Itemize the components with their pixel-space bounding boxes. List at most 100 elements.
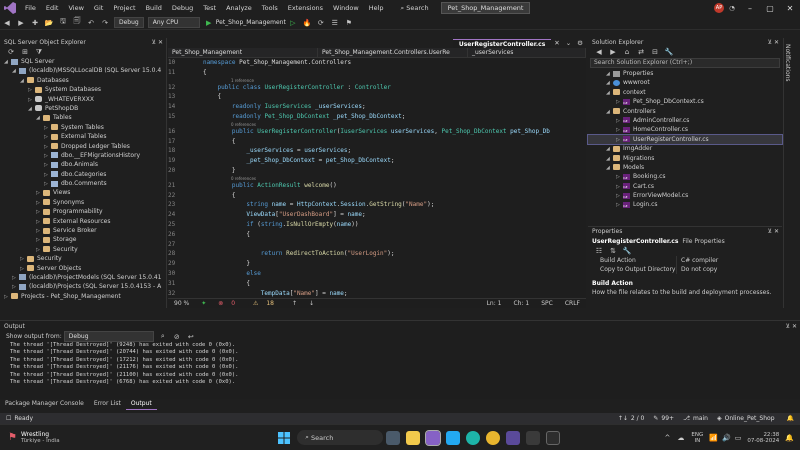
solution-node[interactable]: ◢ ImgAdder <box>588 144 782 153</box>
pending-changes[interactable]: 99+ <box>661 413 680 424</box>
menu-item-project[interactable]: Project <box>108 0 140 16</box>
tree-node[interactable]: ▷ Security <box>0 245 166 254</box>
platform-select[interactable]: Any CPU <box>147 17 200 28</box>
tree-node[interactable]: ▷ System Tables <box>0 123 166 132</box>
code-line[interactable]: 22 { <box>168 191 586 201</box>
database-tool-icon[interactable] <box>526 430 541 445</box>
code-line[interactable]: 20 } <box>168 166 586 176</box>
tree-node[interactable]: ◢ (localdb)\MSSQLLocalDB (SQL Server 15.0… <box>0 66 166 75</box>
tree-node[interactable]: ▷ _WHATEVERXXX <box>0 95 166 104</box>
chrome-icon[interactable] <box>486 430 501 445</box>
tree-node[interactable]: ▷ Synonyms <box>0 198 166 207</box>
tab-error-list[interactable]: Error List <box>89 399 126 409</box>
code-line[interactable]: 15 readonly Pet_Shop_DbContext _pet_Shop… <box>168 112 586 122</box>
nav-up-icon[interactable]: ↑ <box>286 299 303 309</box>
tree-node[interactable]: ◢ PetShopDB <box>0 104 166 113</box>
code-line[interactable]: 12 public class UserRegisterController :… <box>168 83 586 93</box>
minimize-icon[interactable]: – <box>740 4 760 13</box>
clock[interactable]: 22:38 07-08-2024 <box>743 432 783 444</box>
tree-node[interactable]: ◢ Databases <box>0 76 166 85</box>
account-icon[interactable]: ◔ <box>724 4 740 12</box>
tree-node[interactable]: ▷ External Resources <box>0 217 166 226</box>
tree-node[interactable]: ▷ External Tables <box>0 132 166 141</box>
solution-node[interactable]: ▷ C# Login.cs <box>588 200 782 209</box>
code-line[interactable]: 28 return RedirectToAction("UserLogin"); <box>168 249 586 259</box>
language-indicator[interactable]: ENG IN <box>687 432 707 444</box>
repo-name[interactable]: Online_Pet_Shop <box>725 413 781 424</box>
word-wrap-icon[interactable]: ↩ <box>185 331 197 343</box>
git-changes-count[interactable]: 2 / 0 <box>631 413 650 424</box>
visual-studio-taskbar-icon[interactable] <box>425 429 442 446</box>
edge-icon[interactable] <box>466 430 481 445</box>
solution-node[interactable]: ◢ Controllers <box>588 107 782 116</box>
visual-studio-logo-icon[interactable] <box>4 2 16 14</box>
tree-node[interactable]: ▷ Dropped Ledger Tables <box>0 142 166 151</box>
solution-node[interactable]: ◢ context <box>588 88 782 97</box>
solution-node[interactable]: ▷ C# Cart.cs <box>588 182 782 191</box>
menu-item-tools[interactable]: Tools <box>257 0 283 16</box>
code-area[interactable]: 10 namespace Pet_Shop_Management.Controll… <box>168 58 586 298</box>
tree-node[interactable]: ▷ dbo.Categories <box>0 170 166 179</box>
tree-node[interactable]: ▷ Views <box>0 188 166 197</box>
code-line[interactable]: 32 TempData["Name"] = name; <box>168 289 586 298</box>
tree-node[interactable]: ▷ Storage <box>0 235 166 244</box>
output-text[interactable]: The thread '[Thread Destroyed]' (9248) h… <box>0 342 800 386</box>
tree-node[interactable]: ▷ dbo.Animals <box>0 160 166 169</box>
code-line[interactable]: 30 else <box>168 269 586 279</box>
error-icon[interactable]: ⊗ 0 <box>212 299 247 309</box>
tree-node[interactable]: ▷ Service Broker <box>0 226 166 235</box>
properties-icon[interactable]: 🔧 <box>663 46 675 58</box>
branch-name[interactable]: main <box>693 413 714 424</box>
start-without-debug-icon[interactable]: ▷ <box>287 17 299 29</box>
tree-node[interactable]: ▷ Programmability <box>0 207 166 216</box>
tree-node[interactable]: ◢ SQL Server <box>0 57 166 66</box>
save-icon[interactable]: 🖫 <box>57 17 69 29</box>
type-dropdown[interactable]: Pet_Shop_Management.Controllers.UserRe <box>318 47 468 58</box>
expand-arrow-icon[interactable]: ▷ <box>616 201 623 210</box>
comment-icon[interactable]: ☰ <box>329 17 341 29</box>
solution-node[interactable]: ◢ wwwroot <box>588 78 782 87</box>
tree-node[interactable]: ▷ dbo.Comments <box>0 179 166 188</box>
tree-node[interactable]: ◢ Tables <box>0 113 166 122</box>
sync-icon[interactable]: ⇄ <box>635 46 647 58</box>
tab-overflow-icon[interactable]: ⌄ <box>563 39 574 47</box>
menu-item-extensions[interactable]: Extensions <box>283 0 328 16</box>
pin-icon[interactable]: ⊻ ✕ <box>768 227 782 236</box>
line-ending-indicator[interactable]: CRLF <box>559 299 586 309</box>
code-line[interactable]: 14 readonly IuserServices _userServices; <box>168 102 586 112</box>
menu-item-analyze[interactable]: Analyze <box>221 0 257 16</box>
global-search[interactable]: ⌕ Search <box>395 4 435 13</box>
configuration-select[interactable]: Debug <box>114 17 144 28</box>
menu-item-window[interactable]: Window <box>328 0 364 16</box>
settings-icon[interactable]: ⚙ <box>574 39 586 47</box>
undo-icon[interactable]: ↶ <box>85 17 97 29</box>
warning-icon[interactable]: ⚠ 18 <box>247 299 286 309</box>
solution-node[interactable]: ▷ C# UserRegisterController.cs <box>587 133 783 146</box>
collapsed-arrow-icon[interactable]: ▷ <box>4 293 11 302</box>
code-line[interactable]: 13 { <box>168 92 586 102</box>
tree-node[interactable]: ▷ dbo.__EFMigrationsHistory <box>0 151 166 160</box>
startup-project-button[interactable]: Pet_Shop_Management <box>216 19 286 26</box>
tab-package-manager-console[interactable]: Package Manager Console <box>0 399 89 409</box>
pin-icon[interactable]: ⊻ ✕ <box>152 38 166 47</box>
pin-icon[interactable]: ⊻ ✕ <box>786 322 800 331</box>
hot-reload-icon[interactable]: 🔥 <box>301 17 313 29</box>
cloud-icon[interactable]: ☁ <box>674 434 687 442</box>
back-icon[interactable]: ◀ <box>593 46 605 58</box>
weather-widget[interactable]: ⚑ Wrestling Türkiye - India <box>0 431 180 444</box>
menu-item-test[interactable]: Test <box>198 0 221 16</box>
wifi-icon[interactable]: 📶 <box>707 434 720 442</box>
forward-icon[interactable]: ▶ <box>607 46 619 58</box>
task-view-icon[interactable] <box>386 430 401 445</box>
tree-node[interactable]: ▷ System Databases <box>0 85 166 94</box>
menu-item-git[interactable]: Git <box>89 0 108 16</box>
taskbar-search[interactable]: ⌕ Search <box>297 430 384 445</box>
close-icon[interactable]: ✕ <box>780 4 800 13</box>
notification-bell-icon[interactable]: 🔔 <box>781 413 800 424</box>
property-row[interactable]: Build Action C# compiler <box>588 256 782 265</box>
tray-overflow-icon[interactable]: ^ <box>661 434 675 442</box>
save-all-icon[interactable]: 🗐 <box>71 17 83 29</box>
menu-item-edit[interactable]: Edit <box>41 0 64 16</box>
start-menu-icon[interactable] <box>277 431 291 445</box>
forward-icon[interactable]: ▶ <box>15 17 27 29</box>
